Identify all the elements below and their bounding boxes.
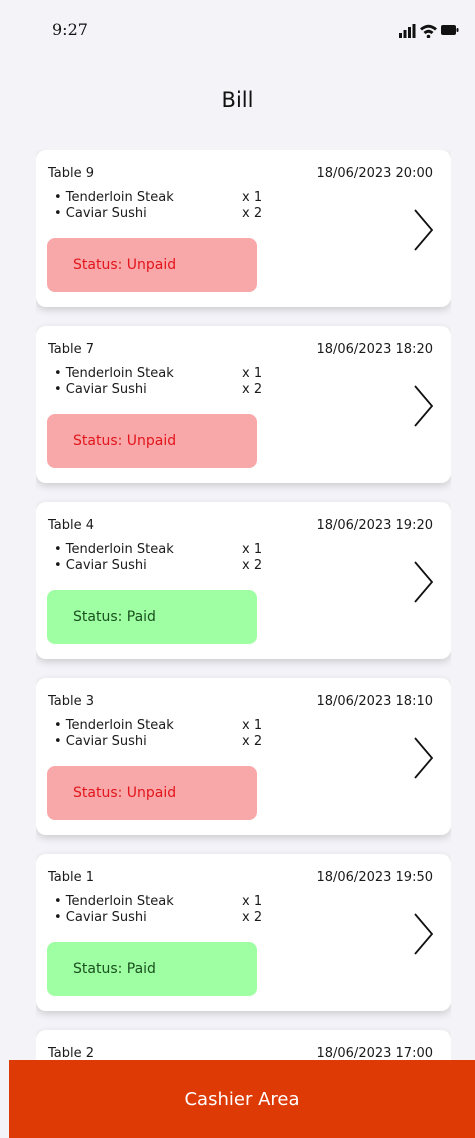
status-bar: 9:27 xyxy=(0,0,475,62)
order-item: • Caviar Sushi x 2 xyxy=(54,558,274,574)
item-quantity: x 2 xyxy=(242,382,263,397)
order-item: • Tenderloin Steak x 1 xyxy=(54,894,274,910)
item-quantity: x 1 xyxy=(242,190,263,205)
bill-datetime: 18/06/2023 18:10 xyxy=(316,694,433,709)
item-name: • Tenderloin Steak xyxy=(54,542,174,557)
bill-list: Table 9 18/06/2023 20:00 • Tenderloin Stea… xyxy=(36,150,451,1060)
bill-datetime: 18/06/2023 20:00 xyxy=(316,166,433,181)
wifi-icon xyxy=(420,24,437,38)
table-name: Table 2 xyxy=(48,1046,95,1060)
bill-card[interactable]: Table 1 18/06/2023 19:50 • Tenderloin Stea… xyxy=(36,854,451,1011)
order-items: • Tenderloin Steak x 1 • Caviar Sushi x 2 xyxy=(54,718,274,750)
order-items: • Tenderloin Steak x 1 • Caviar Sushi x 2 xyxy=(54,894,274,926)
item-name: • Tenderloin Steak xyxy=(54,190,174,205)
item-quantity: x 2 xyxy=(242,734,263,749)
order-item: • Tenderloin Steak x 1 xyxy=(54,718,274,734)
bill-card[interactable]: Table 7 18/06/2023 18:20 • Tenderloin Stea… xyxy=(36,326,451,483)
order-item: • Tenderloin Steak x 1 xyxy=(54,366,274,382)
chevron-right-icon[interactable] xyxy=(413,736,435,780)
item-name: • Tenderloin Steak xyxy=(54,718,174,733)
chevron-right-icon[interactable] xyxy=(413,560,435,604)
item-name: • Caviar Sushi xyxy=(54,734,147,749)
chevron-right-icon[interactable] xyxy=(413,384,435,428)
bill-card[interactable]: Table 2 18/06/2023 17:00 xyxy=(36,1030,451,1060)
order-item: • Caviar Sushi x 2 xyxy=(54,382,274,398)
table-name: Table 7 xyxy=(48,342,95,357)
status-time: 9:27 xyxy=(52,20,88,39)
bill-card[interactable]: Table 9 18/06/2023 20:00 • Tenderloin Stea… xyxy=(36,150,451,307)
order-item: • Caviar Sushi x 2 xyxy=(54,206,274,222)
bill-card[interactable]: Table 3 18/06/2023 18:10 • Tenderloin Stea… xyxy=(36,678,451,835)
item-name: • Caviar Sushi xyxy=(54,910,147,925)
item-quantity: x 2 xyxy=(242,910,263,925)
item-quantity: x 2 xyxy=(242,558,263,573)
order-item: • Caviar Sushi x 2 xyxy=(54,910,274,926)
status-badge: Status: Unpaid xyxy=(47,766,257,820)
status-badge: Status: Paid xyxy=(47,942,257,996)
item-quantity: x 1 xyxy=(242,542,263,557)
order-item: • Caviar Sushi x 2 xyxy=(54,734,274,750)
item-name: • Caviar Sushi xyxy=(54,558,147,573)
item-name: • Tenderloin Steak xyxy=(54,366,174,381)
bill-datetime: 18/06/2023 17:00 xyxy=(316,1046,433,1060)
table-name: Table 4 xyxy=(48,518,95,533)
item-name: • Caviar Sushi xyxy=(54,206,147,221)
status-badge: Status: Unpaid xyxy=(47,238,257,292)
item-quantity: x 2 xyxy=(242,206,263,221)
order-items: • Tenderloin Steak x 1 • Caviar Sushi x 2 xyxy=(54,190,274,222)
order-item: • Tenderloin Steak x 1 xyxy=(54,190,274,206)
table-name: Table 3 xyxy=(48,694,95,709)
item-quantity: x 1 xyxy=(242,718,263,733)
status-badge: Status: Paid xyxy=(47,590,257,644)
chevron-right-icon[interactable] xyxy=(413,208,435,252)
order-items: • Tenderloin Steak x 1 • Caviar Sushi x 2 xyxy=(54,366,274,398)
bill-datetime: 18/06/2023 18:20 xyxy=(316,342,433,357)
chevron-right-icon[interactable] xyxy=(413,912,435,956)
bill-card[interactable]: Table 4 18/06/2023 19:20 • Tenderloin Stea… xyxy=(36,502,451,659)
battery-icon xyxy=(441,25,459,35)
page-title: Bill xyxy=(221,88,254,112)
table-name: Table 1 xyxy=(48,870,95,885)
status-icons xyxy=(399,24,459,38)
bill-datetime: 18/06/2023 19:20 xyxy=(316,518,433,533)
bill-datetime: 18/06/2023 19:50 xyxy=(316,870,433,885)
item-quantity: x 1 xyxy=(242,894,263,909)
table-name: Table 9 xyxy=(48,166,95,181)
order-item: • Tenderloin Steak x 1 xyxy=(54,542,274,558)
order-items: • Tenderloin Steak x 1 • Caviar Sushi x 2 xyxy=(54,542,274,574)
status-badge: Status: Unpaid xyxy=(47,414,257,468)
item-name: • Tenderloin Steak xyxy=(54,894,174,909)
signal-icon xyxy=(399,24,416,38)
cashier-area-button[interactable]: Cashier Area xyxy=(9,1060,475,1138)
item-name: • Caviar Sushi xyxy=(54,382,147,397)
item-quantity: x 1 xyxy=(242,366,263,381)
